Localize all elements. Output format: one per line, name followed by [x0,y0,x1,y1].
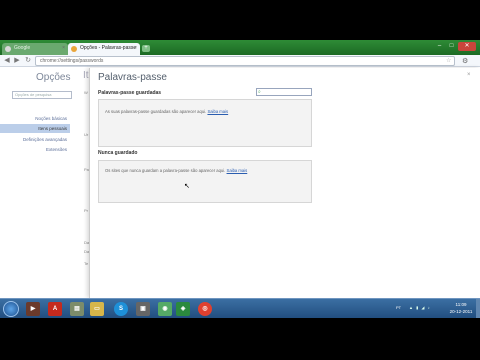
background-heading: It [83,70,89,81]
never-saved-message: Os sites que nunca guardam a palavra-pas… [105,168,248,173]
learn-more-link[interactable]: Saiba mais [227,168,248,173]
language-indicator[interactable]: PT [396,305,401,310]
maximize-button[interactable]: □ [446,42,457,51]
app-red-icon[interactable]: A [48,302,62,316]
tab-label: Google [14,45,31,51]
google-favicon-icon [5,46,11,52]
saved-passwords-heading: Palavras-passe guardadas [98,90,162,96]
sidebar-item-advanced[interactable]: Definições avançadas [0,135,70,144]
letterbox-bottom [0,318,480,360]
tray-icons[interactable]: ▲ ▮ ◢ ♪ [409,305,431,310]
close-tab-icon[interactable]: × [62,45,65,51]
skype-icon[interactable]: S [114,302,128,316]
background-label: W [84,90,88,95]
letterbox-top [0,0,480,40]
start-button[interactable] [3,301,19,317]
clock-time[interactable]: 11:09 [446,302,476,307]
password-search-input[interactable]: ⌕ [256,88,312,96]
app-icon[interactable]: ◈ [176,302,190,316]
background-label: Ur [84,132,89,137]
options-search-input[interactable]: Opções de pesquisa [12,91,72,99]
show-desktop-button[interactable] [476,299,480,319]
never-saved-list: Os sites que nunca guardam a palavra-pas… [98,160,312,203]
passwords-overlay: Palavras-passe × Palavras-passe guardada… [89,68,480,298]
minimize-button[interactable]: – [434,42,445,51]
forward-icon[interactable]: ▶ [13,57,21,65]
tab-label: Opções - Palavras-passe [80,45,137,51]
media-player-icon[interactable]: ▶ [26,302,40,316]
saved-passwords-list: As suas palavras-passe guardadas são apa… [98,99,312,147]
app-icon[interactable]: ◉ [158,302,172,316]
mouse-cursor-icon: ↖ [184,183,190,190]
options-sidebar: Opções Opções de pesquisa Noções básicas… [0,68,76,298]
tab-options-passwords[interactable]: Opções - Palavras-passe × [68,43,140,55]
sidebar-title: Opções [36,72,71,83]
sidebar-item-personal[interactable]: Itens pessoais [0,124,70,133]
learn-more-link[interactable]: Saiba mais [207,109,228,114]
back-icon[interactable]: ◀ [3,57,11,65]
bookmark-star-icon[interactable]: ☆ [446,57,451,64]
tab-google[interactable]: Google × [2,43,68,55]
saved-passwords-message: As suas palavras-passe guardadas são apa… [105,109,229,114]
folder-icon[interactable]: ▭ [90,302,104,316]
app-icon[interactable]: ▣ [136,302,150,316]
sidebar-item-basics[interactable]: Noções básicas [0,114,70,123]
page-title: Palavras-passe [98,72,167,83]
background-label: Te [84,261,89,266]
browser-toolbar: ◀ ▶ ↻ chrome://settings/passwords ☆ ⚙ [0,55,480,67]
tab-strip: Google × Opções - Palavras-passe × + – □… [0,40,480,55]
settings-favicon-icon [71,46,77,52]
browser-window: Google × Opções - Palavras-passe × + – □… [0,40,480,298]
new-tab-button[interactable]: + [142,45,150,52]
close-window-button[interactable]: ✕ [458,42,476,51]
clock-date[interactable]: 20-12-2011 [446,309,476,314]
windows-taskbar: ▶ A ▤ ▭ S ▣ ◉ ◈ ◎ PT ▲ ▮ ◢ ♪ 11:09 20-12… [0,298,480,319]
close-tab-icon[interactable]: × [134,45,137,51]
chrome-icon[interactable]: ◎ [198,302,212,316]
settings-content: Opções Opções de pesquisa Noções básicas… [0,68,480,298]
close-overlay-icon[interactable]: × [467,72,471,78]
sidebar-item-extensions[interactable]: Extensões [0,145,70,154]
never-saved-heading: Nunca guardado [98,150,138,156]
reload-icon[interactable]: ↻ [24,57,32,65]
address-bar[interactable]: chrome://settings/passwords [35,56,455,66]
search-icon: ⌕ [258,89,261,95]
wrench-menu-icon[interactable]: ⚙ [462,57,468,65]
app-icon[interactable]: ▤ [70,302,84,316]
url-text: chrome://settings/passwords [40,58,104,64]
